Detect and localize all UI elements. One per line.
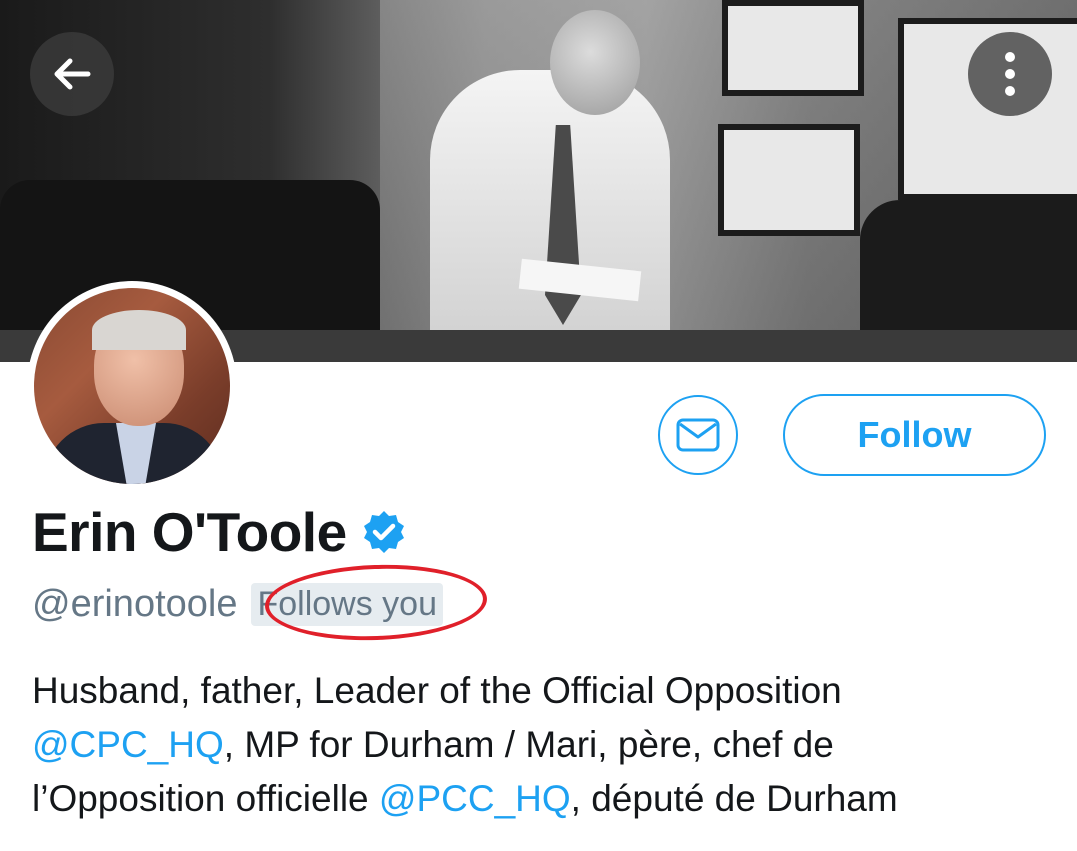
banner-person: [430, 70, 670, 360]
bio-line-2: @CPC_HQ, MP for Durham / Mari, père, che…: [32, 718, 1052, 772]
display-name: Erin O'Toole: [32, 501, 347, 563]
more-options-button[interactable]: [968, 32, 1052, 116]
profile-bio: Husband, father, Leader of the Official …: [32, 664, 1052, 826]
avatar[interactable]: [27, 281, 237, 491]
envelope-icon: [676, 418, 720, 452]
name-row: Erin O'Toole: [32, 500, 407, 564]
bio-line-3: l’Opposition officielle @PCC_HQ, député …: [32, 772, 1052, 826]
arrow-left-icon: [54, 58, 91, 90]
verified-badge-icon: [363, 511, 404, 553]
mention-link[interactable]: @CPC_HQ: [32, 724, 224, 765]
bio-text: l’Opposition officielle: [32, 778, 379, 819]
more-vertical-icon: [1005, 52, 1015, 96]
mention-link[interactable]: @PCC_HQ: [379, 778, 571, 819]
bio-text: Husband, father, Leader of the Official …: [32, 670, 842, 711]
banner-frame-silhouette: [718, 124, 860, 236]
message-button[interactable]: [658, 395, 738, 475]
bio-line-1: Husband, father, Leader of the Official …: [32, 664, 1052, 718]
avatar-image: [34, 288, 230, 484]
bio-text: , député de Durham: [570, 778, 898, 819]
user-handle: @erinotoole: [32, 583, 238, 625]
annotation-circle: [263, 561, 489, 644]
banner-person-head: [550, 10, 640, 115]
banner-frame-photo: [722, 0, 864, 96]
avatar-hair: [92, 310, 186, 350]
back-button[interactable]: [30, 32, 114, 116]
follow-button[interactable]: Follow: [783, 394, 1046, 476]
bio-text: , MP for Durham / Mari, père, chef de: [223, 724, 834, 765]
